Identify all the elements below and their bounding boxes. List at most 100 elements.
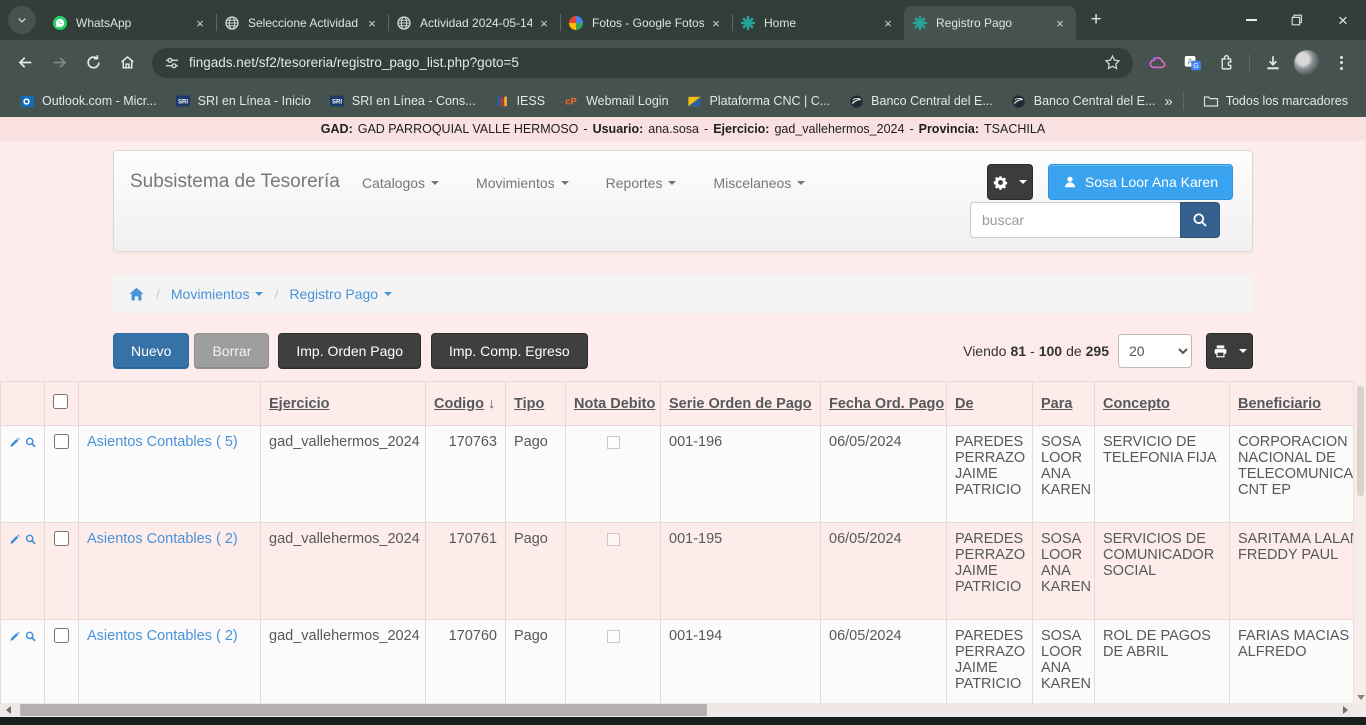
- col-para[interactable]: Para: [1033, 382, 1095, 426]
- tab-seleccione-actividad[interactable]: Seleccione Actividad ×: [216, 6, 388, 40]
- all-bookmarks-button[interactable]: Todos los marcadores: [1194, 90, 1357, 112]
- tab-close-button[interactable]: ×: [1052, 15, 1068, 31]
- reload-button[interactable]: [78, 48, 108, 78]
- extensions-puzzle-icon[interactable]: [1211, 48, 1241, 78]
- bookmark-banco-central-2[interactable]: Banco Central del E...: [1002, 90, 1165, 112]
- search-input[interactable]: [970, 202, 1180, 238]
- vertical-scrollbar-thumb[interactable]: [1357, 386, 1364, 496]
- translate-icon[interactable]: AG: [1177, 48, 1207, 78]
- col-nota-debito[interactable]: Nota Debito: [566, 382, 661, 426]
- bookmark-outlook[interactable]: Outlook.com - Micr...: [10, 90, 166, 112]
- bookmark-banco-central-1[interactable]: Banco Central del E...: [839, 90, 1002, 112]
- row-actions-cell: [1, 523, 45, 620]
- menu-miscelaneos[interactable]: Miscelaneos: [713, 175, 805, 191]
- delete-button[interactable]: Borrar: [194, 333, 269, 369]
- browser-menu-button[interactable]: [1326, 48, 1356, 78]
- col-serie[interactable]: Serie Orden de Pago: [661, 382, 821, 426]
- tab-close-button[interactable]: ×: [364, 15, 380, 31]
- menu-reportes[interactable]: Reportes: [606, 175, 677, 191]
- horizontal-scrollbar-thumb[interactable]: [20, 704, 707, 716]
- bookmarks-overflow-button[interactable]: »: [1164, 93, 1172, 110]
- home-breadcrumb-icon[interactable]: [128, 286, 145, 303]
- asientos-cell: Asientos Contables ( 2): [79, 523, 261, 620]
- page-size-select[interactable]: 20: [1118, 334, 1192, 368]
- col-fecha[interactable]: Fecha Ord. Pago: [821, 382, 947, 426]
- edit-pencil-icon[interactable]: [9, 435, 21, 450]
- view-magnifier-icon[interactable]: [25, 435, 37, 450]
- app-navbar: Subsistema de Tesorería Catalogos Movimi…: [113, 150, 1253, 252]
- select-all-checkbox[interactable]: [53, 394, 68, 409]
- separator: -: [704, 122, 708, 136]
- col-beneficiario[interactable]: Beneficiario: [1230, 382, 1354, 426]
- col-codigo-sorted[interactable]: Codigo ↓: [426, 382, 506, 426]
- print-comp-egreso-button[interactable]: Imp. Comp. Egreso: [431, 333, 588, 369]
- tipo-cell: Pago: [506, 620, 566, 704]
- bookmark-cnc[interactable]: Plataforma CNC | C...: [678, 90, 840, 112]
- tab-close-button[interactable]: ×: [192, 15, 208, 31]
- scroll-down-arrow[interactable]: [1357, 695, 1365, 700]
- scroll-left-arrow[interactable]: [0, 703, 16, 717]
- weather-extension-icon[interactable]: [1143, 48, 1173, 78]
- settings-dropdown-button[interactable]: [987, 164, 1033, 200]
- forward-button[interactable]: [44, 48, 74, 78]
- tab-close-button[interactable]: ×: [536, 15, 552, 31]
- tab-close-button[interactable]: ×: [880, 15, 896, 31]
- view-magnifier-icon[interactable]: [25, 629, 37, 644]
- row-checkbox[interactable]: [54, 434, 69, 449]
- range-from: 81: [1010, 343, 1026, 359]
- home-button[interactable]: [112, 48, 142, 78]
- globe-icon: [224, 15, 240, 31]
- minimize-button[interactable]: [1228, 0, 1274, 40]
- iess-icon: [494, 93, 510, 109]
- menu-movimientos[interactable]: Movimientos: [476, 175, 569, 191]
- bookmark-webmail[interactable]: cP Webmail Login: [554, 90, 677, 112]
- new-tab-button[interactable]: +: [1082, 6, 1110, 34]
- breadcrumb-registro-pago[interactable]: Registro Pago: [289, 286, 392, 302]
- edit-pencil-icon[interactable]: [9, 629, 21, 644]
- horizontal-scrollbar[interactable]: [0, 703, 1353, 717]
- breadcrumb-movimientos[interactable]: Movimientos: [171, 286, 264, 302]
- menu-catalogos[interactable]: Catalogos: [362, 175, 439, 191]
- scroll-right-arrow[interactable]: [1337, 703, 1353, 717]
- row-checkbox[interactable]: [54, 628, 69, 643]
- restore-icon: [1290, 13, 1304, 27]
- nota-debito-checkbox: [607, 630, 620, 643]
- address-bar[interactable]: fingads.net/sf2/tesoreria/registro_pago_…: [152, 48, 1133, 78]
- tab-close-button[interactable]: ×: [708, 15, 724, 31]
- new-button[interactable]: Nuevo: [113, 333, 189, 369]
- tab-actividad[interactable]: Actividad 2024-05-14 ×: [388, 6, 560, 40]
- restore-button[interactable]: [1274, 0, 1320, 40]
- edit-pencil-icon[interactable]: [9, 532, 21, 547]
- col-ejercicio[interactable]: Ejercicio: [261, 382, 426, 426]
- row-checkbox[interactable]: [54, 531, 69, 546]
- asientos-link[interactable]: Asientos Contables ( 2): [87, 531, 238, 547]
- bookmark-label: SRI en Línea - Inicio: [198, 94, 311, 108]
- bookmark-star-icon[interactable]: [1104, 54, 1121, 71]
- bookmark-sri-inicio[interactable]: SRI SRI en Línea - Inicio: [166, 90, 320, 112]
- search-button[interactable]: [1180, 202, 1220, 238]
- bank-globe-icon: [1011, 93, 1027, 109]
- tab-registro-pago-active[interactable]: Registro Pago ×: [904, 6, 1076, 40]
- asientos-link[interactable]: Asientos Contables ( 2): [87, 628, 238, 644]
- bookmark-sri-consultas[interactable]: SRI SRI en Línea - Cons...: [320, 90, 485, 112]
- col-concepto[interactable]: Concepto: [1095, 382, 1230, 426]
- tab-search-button[interactable]: [8, 6, 36, 34]
- view-magnifier-icon[interactable]: [25, 532, 37, 547]
- profile-avatar[interactable]: [1292, 48, 1322, 78]
- asientos-link[interactable]: Asientos Contables ( 5): [87, 434, 238, 450]
- printer-dropdown-button[interactable]: [1206, 333, 1253, 369]
- back-button[interactable]: [10, 48, 40, 78]
- downloads-button[interactable]: [1258, 48, 1288, 78]
- col-de[interactable]: De: [947, 382, 1033, 426]
- bookmark-iess[interactable]: IESS: [485, 90, 555, 112]
- close-window-button[interactable]: ×: [1320, 0, 1366, 40]
- col-tipo[interactable]: Tipo: [506, 382, 566, 426]
- vertical-scrollbar[interactable]: [1353, 381, 1366, 703]
- person-icon: [1063, 175, 1077, 189]
- user-account-button[interactable]: Sosa Loor Ana Karen: [1048, 164, 1233, 200]
- tab-whatsapp[interactable]: WhatsApp ×: [44, 6, 216, 40]
- print-orden-pago-button[interactable]: Imp. Orden Pago: [278, 333, 421, 369]
- all-bookmarks-label: Todos los marcadores: [1226, 94, 1348, 108]
- tab-home[interactable]: Home ×: [732, 6, 904, 40]
- tab-google-fotos[interactable]: Fotos - Google Fotos ×: [560, 6, 732, 40]
